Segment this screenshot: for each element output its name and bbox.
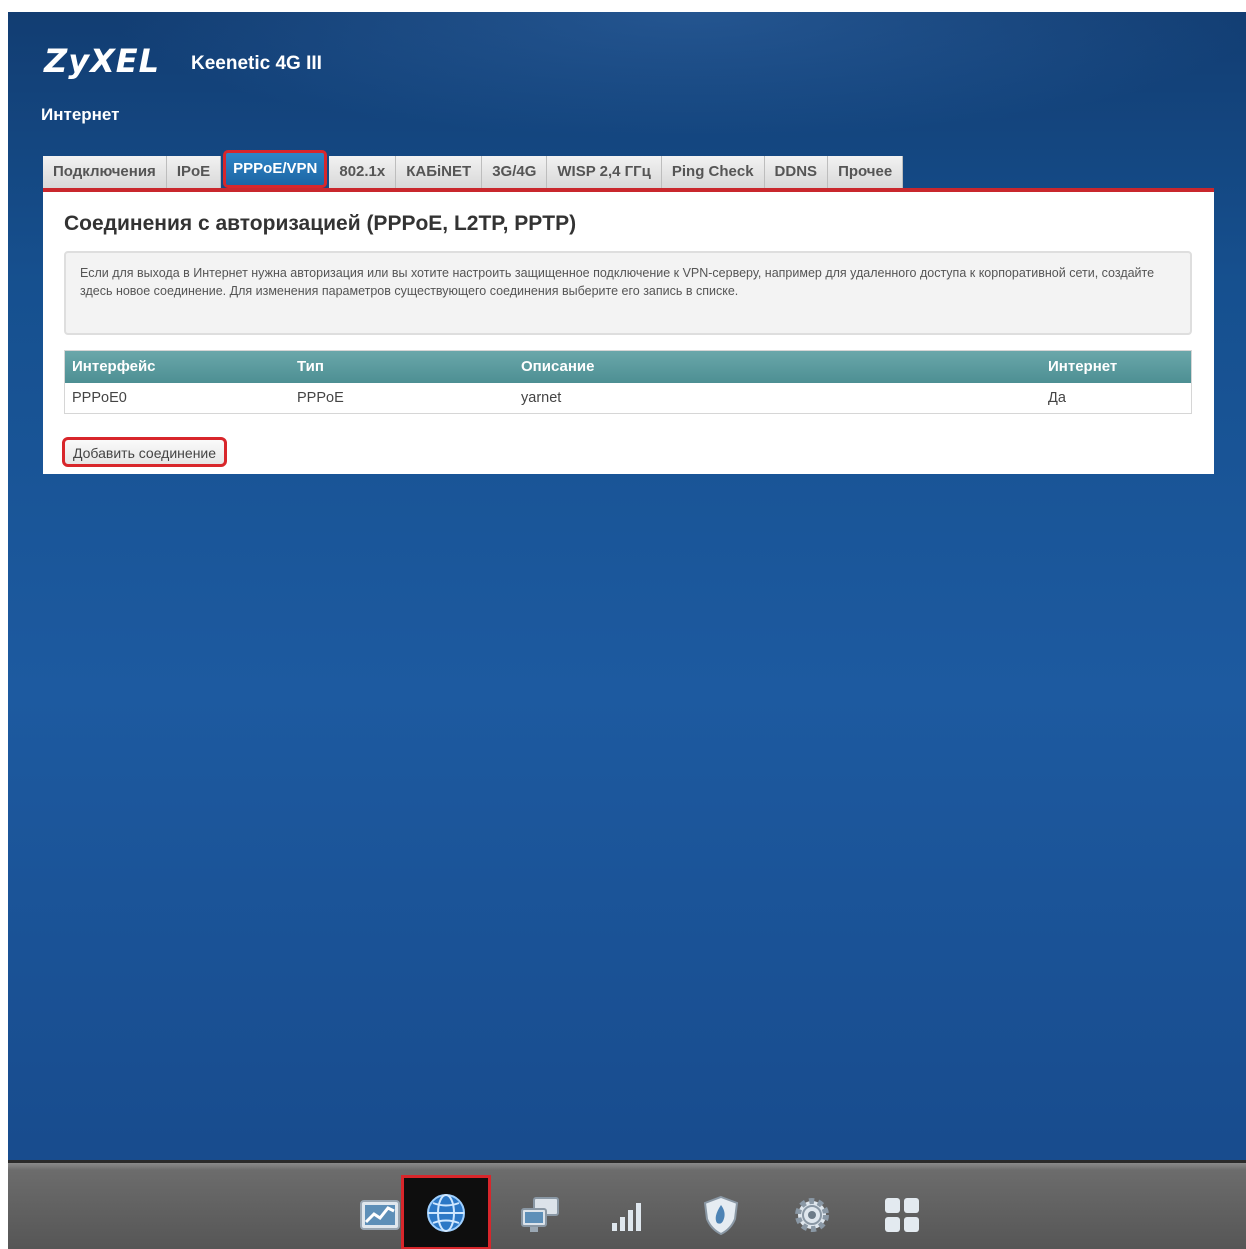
nav-apps[interactable]	[857, 1177, 947, 1249]
cell-description: yarnet	[521, 390, 562, 406]
add-connection-button[interactable]: Добавить соединение	[62, 437, 228, 467]
system-gear-icon	[795, 1197, 829, 1232]
tab-connections[interactable]: Подключения	[43, 156, 167, 188]
table-row[interactable]: PPPoE0 PPPoE yarnet Да	[65, 383, 1191, 413]
nav-wifi[interactable]	[583, 1177, 673, 1249]
tab-kabinet[interactable]: КАБiNET	[396, 156, 483, 188]
home-network-icon	[521, 1196, 559, 1232]
column-header-internet[interactable]: Интернет	[1048, 351, 1117, 383]
nav-internet[interactable]	[401, 1175, 491, 1249]
nav-home-network[interactable]	[495, 1177, 585, 1249]
connections-table: Интерфейс Тип Описание Интернет PPPoE0 P…	[64, 350, 1192, 414]
column-header-interface[interactable]: Интерфейс	[72, 351, 156, 383]
tab-3g4g[interactable]: 3G/4G	[482, 156, 548, 188]
device-model: Keenetic 4G III	[191, 53, 322, 74]
column-header-description[interactable]: Описание	[521, 351, 594, 383]
column-header-type[interactable]: Тип	[297, 351, 324, 383]
tab-other[interactable]: Прочее	[828, 156, 904, 188]
tab-ipoe[interactable]: IPoE	[166, 156, 222, 188]
tab-bar: Подключения IPoE PPPoE/VPN 802.1x КАБiNE…	[43, 150, 904, 188]
security-shield-icon	[703, 1195, 739, 1235]
nav-security[interactable]	[676, 1177, 766, 1249]
internet-globe-icon	[427, 1193, 465, 1232]
router-web-ui: ZyXEL Keenetic 4G III Интернет Подключен…	[8, 12, 1246, 1249]
nav-system[interactable]	[767, 1177, 857, 1249]
cell-interface: PPPoE0	[72, 390, 127, 406]
page-title: Интернет	[41, 105, 120, 124]
apps-grid-icon	[885, 1197, 919, 1232]
info-box: Если для выхода в Интернет нужна авториз…	[64, 251, 1192, 335]
tab-8021x[interactable]: 802.1x	[329, 156, 397, 188]
brand-logo: ZyXEL	[44, 42, 160, 80]
table-header: Интерфейс Тип Описание Интернет	[65, 351, 1191, 383]
tab-pppoe-vpn[interactable]: PPPoE/VPN	[223, 150, 328, 188]
content-panel: Соединения с авторизацией (PPPoE, L2TP, …	[43, 192, 1214, 474]
panel-title: Соединения с авторизацией (PPPoE, L2TP, …	[64, 212, 577, 235]
signal-bars-icon	[612, 1202, 641, 1231]
tab-ddns[interactable]: DDNS	[764, 156, 829, 188]
tab-wisp[interactable]: WISP 2,4 ГГц	[547, 156, 662, 188]
bottom-nav	[8, 1160, 1246, 1249]
tab-ping-check[interactable]: Ping Check	[661, 156, 765, 188]
cell-internet: Да	[1048, 390, 1066, 406]
monitor-chart-icon	[360, 1199, 400, 1230]
header-background	[8, 12, 1246, 162]
cell-type: PPPoE	[297, 390, 344, 406]
